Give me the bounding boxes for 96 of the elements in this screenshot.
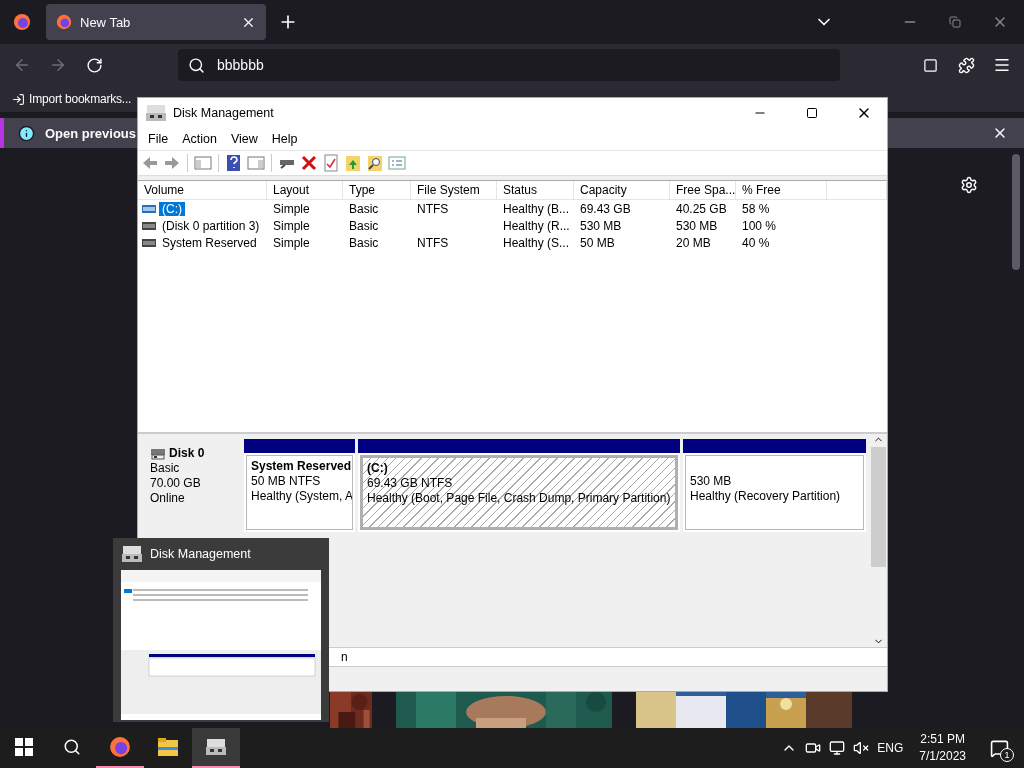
column-header[interactable]: Type xyxy=(343,181,411,199)
back-icon[interactable] xyxy=(13,56,31,74)
disk-status: Online xyxy=(150,491,186,506)
clock-time[interactable]: 2:51 PM xyxy=(920,731,965,748)
reload-icon[interactable] xyxy=(85,56,103,74)
legend-text: n xyxy=(341,650,348,664)
partition-status: Healthy (Recovery Partition) xyxy=(690,489,842,504)
column-header[interactable]: % Free xyxy=(736,181,827,199)
address-bar[interactable]: bbbbbb xyxy=(178,49,840,81)
volume-icon xyxy=(142,204,156,213)
browser-tab[interactable]: New Tab xyxy=(46,4,266,40)
table-cell: 69.43 GB xyxy=(580,201,631,216)
disk-management-icon xyxy=(121,545,143,563)
firefox-icon xyxy=(56,14,72,30)
language-indicator[interactable]: ENG xyxy=(877,741,904,755)
help-icon[interactable] xyxy=(225,154,243,172)
folder-up-icon[interactable] xyxy=(344,154,362,172)
folder-search-icon[interactable] xyxy=(366,154,384,172)
volume-icon xyxy=(142,221,156,230)
disk-type: Basic xyxy=(150,461,181,476)
checklist-icon[interactable] xyxy=(322,154,340,172)
maximize-icon[interactable] xyxy=(806,106,818,119)
network-icon[interactable] xyxy=(829,740,846,756)
disk-management-icon xyxy=(145,103,167,122)
taskbar-app[interactable] xyxy=(192,728,240,768)
partition-block[interactable]: (C:) 69.43 GB NTFS Healthy (Boot, Page File, Crash Dump, Primary Partition) xyxy=(358,439,680,532)
table-cell: Healthy (B... xyxy=(503,201,570,216)
settings-icon[interactable] xyxy=(960,176,978,194)
table-cell: Healthy (R... xyxy=(503,218,570,233)
disk-management-icon xyxy=(205,738,227,756)
column-header[interactable]: Layout xyxy=(267,181,343,199)
column-header[interactable]: Volume xyxy=(138,181,267,199)
scrollbar[interactable] xyxy=(870,434,887,647)
table-cell: Healthy (S... xyxy=(503,235,570,250)
table-cell: NTFS xyxy=(417,201,449,216)
search-icon[interactable] xyxy=(63,738,81,756)
menu-item[interactable]: Help xyxy=(264,131,305,146)
partition-size: 530 MB xyxy=(690,474,733,489)
column-header[interactable]: File System xyxy=(411,181,497,199)
clock-date[interactable]: 7/1/2023 xyxy=(919,748,966,765)
menu-item[interactable]: View xyxy=(223,131,265,146)
window-title: Disk Management xyxy=(173,105,274,120)
menu-item[interactable]: Action xyxy=(175,131,224,146)
drive-entry[interactable]: System Reserved xyxy=(159,235,260,250)
info-icon xyxy=(18,124,35,142)
delete-icon[interactable] xyxy=(300,154,318,172)
notification-count: 1 xyxy=(1000,748,1014,762)
firefox-icon xyxy=(109,736,131,758)
table-cell: 40 % xyxy=(742,235,770,250)
table-cell: 40.25 GB xyxy=(676,201,727,216)
table-cell: Basic xyxy=(349,218,379,233)
column-header[interactable]: Status xyxy=(497,181,574,199)
forward-arrow-icon[interactable] xyxy=(163,154,181,172)
table-cell: 530 MB xyxy=(676,218,718,233)
puzzle-icon[interactable] xyxy=(957,56,975,74)
partition-size: 69.43 GB NTFS xyxy=(367,476,454,491)
notification-text: Open previous xyxy=(45,125,137,141)
bookmark-item[interactable]: Import bookmarks... xyxy=(12,92,132,106)
drive-entry[interactable]: (Disk 0 partition 3) xyxy=(159,218,263,233)
import-icon xyxy=(12,92,25,106)
search-icon xyxy=(188,56,205,74)
muted-speaker-icon[interactable] xyxy=(853,740,870,756)
disk-size: 70.00 GB xyxy=(150,476,202,491)
table-cell: Simple xyxy=(273,218,310,233)
partition-block[interactable]: 530 MB Healthy (Recovery Partition) xyxy=(683,439,866,532)
disk-drive-icon xyxy=(150,447,166,460)
table-cell: Basic xyxy=(349,201,379,216)
menu-item[interactable]: File xyxy=(141,131,176,146)
table-cell: 50 MB xyxy=(580,235,615,250)
back-arrow-icon[interactable] xyxy=(141,154,159,172)
partition-name: (C:) xyxy=(367,461,389,476)
partition-status: Healthy (Boot, Page File, Crash Dump, Primary Partition) xyxy=(367,491,671,506)
folder-icon xyxy=(157,737,179,757)
table-cell: Simple xyxy=(273,201,310,216)
menu-icon[interactable] xyxy=(993,56,1011,74)
camera-icon[interactable] xyxy=(805,740,822,756)
restore-icon[interactable] xyxy=(949,16,961,28)
thumbnail-title: Disk Management xyxy=(150,547,251,561)
disk-name: Disk 0 xyxy=(169,446,205,461)
table-cell: 20 MB xyxy=(676,235,711,250)
column-header[interactable]: Free Spa... xyxy=(670,181,736,199)
column-header[interactable]: Capacity xyxy=(574,181,670,199)
partition-size: 50 MB NTFS xyxy=(251,474,322,489)
windows-icon[interactable] xyxy=(15,738,33,756)
table-cell: NTFS xyxy=(417,235,449,250)
volume-icon xyxy=(142,238,156,247)
table-cell: Basic xyxy=(349,235,379,250)
table-cell: 100 % xyxy=(742,218,777,233)
notification-icon[interactable] xyxy=(989,738,1009,758)
drive-entry[interactable]: (C:) xyxy=(159,201,185,216)
table-cell: Simple xyxy=(273,235,310,250)
forward-icon[interactable] xyxy=(49,56,67,74)
table-cell: 530 MB xyxy=(580,218,622,233)
table-cell: 58 % xyxy=(742,201,770,216)
taskbar-thumbnail[interactable]: Disk Management xyxy=(113,538,329,722)
firefox-icon xyxy=(13,13,31,31)
